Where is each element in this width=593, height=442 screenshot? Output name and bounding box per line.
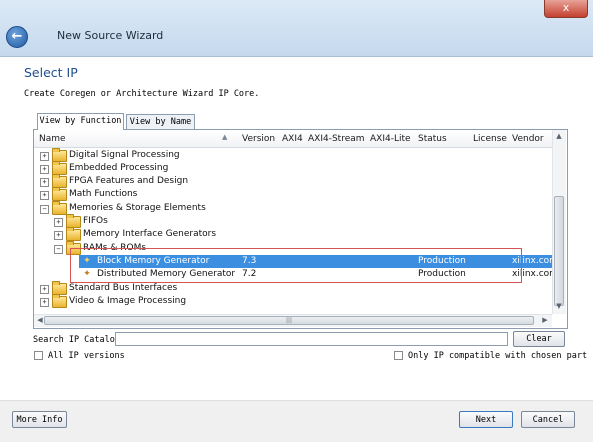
tree-item-label: Embedded Processing (69, 163, 169, 173)
tree-item-memories-storage[interactable]: − Memories & Storage Elements (34, 201, 552, 215)
column-header-vendor[interactable]: Vendor (512, 131, 544, 147)
column-header-axi4[interactable]: AXI4 (282, 131, 303, 147)
column-header-axi4-lite[interactable]: AXI4-Lite (370, 131, 411, 147)
close-button[interactable]: x (544, 0, 588, 18)
collapse-icon[interactable]: − (40, 205, 49, 214)
column-header-status[interactable]: Status (418, 131, 447, 147)
column-header-axi4-stream[interactable]: AXI4-Stream (308, 131, 365, 147)
sort-ascending-icon: ▲ (222, 133, 228, 141)
compatible-only-label: Only IP compatible with chosen part (408, 351, 588, 361)
annotation-highlight-box (70, 248, 522, 283)
expand-icon[interactable]: + (40, 178, 49, 187)
search-input[interactable] (115, 332, 508, 346)
tree-item-label: FIFOs (83, 216, 108, 226)
column-header-name[interactable]: Name (39, 131, 66, 147)
column-header-license[interactable]: License (473, 131, 507, 147)
tree-item-label: FPGA Features and Design (69, 176, 189, 186)
vertical-scroll-thumb[interactable] (554, 196, 564, 306)
horizontal-scroll-thumb[interactable]: ||| (44, 316, 534, 325)
page-heading: Select IP (24, 65, 78, 80)
compatible-only-checkbox[interactable] (394, 351, 403, 360)
tree-item-memory-interface-generators[interactable]: + Memory Interface Generators (34, 227, 552, 241)
folder-icon (52, 187, 67, 201)
scroll-down-icon[interactable]: ▼ (553, 302, 565, 310)
tree-item-label: Digital Signal Processing (69, 150, 180, 160)
column-header-version[interactable]: Version (242, 131, 275, 147)
folder-icon (52, 294, 67, 308)
collapse-icon[interactable]: − (54, 245, 63, 254)
expand-icon[interactable]: + (40, 298, 49, 307)
cancel-button[interactable]: Cancel (521, 411, 575, 428)
next-button[interactable]: Next (459, 411, 513, 428)
expand-icon[interactable]: + (40, 191, 49, 200)
expand-icon[interactable]: + (54, 218, 63, 227)
tree-item-label: Memory Interface Generators (83, 229, 217, 239)
all-ip-versions-label: All IP versions (48, 351, 125, 361)
window-title: New Source Wizard (57, 29, 164, 42)
tree-item-label: Memories & Storage Elements (69, 203, 206, 213)
vertical-scrollbar[interactable]: ▲ ▼ (552, 130, 566, 314)
tree-item-digital-signal-processing[interactable]: + Digital Signal Processing (34, 148, 552, 162)
back-arrow-icon[interactable]: ← (6, 26, 28, 48)
tab-view-by-name[interactable]: View by Name (126, 114, 195, 130)
title-bar: x ← New Source Wizard (0, 0, 593, 57)
page-instruction: Create Coregen or Architecture Wizard IP… (24, 89, 260, 99)
expand-icon[interactable]: + (40, 285, 49, 294)
tree-item-label: Standard Bus Interfaces (69, 283, 178, 293)
expand-icon[interactable]: + (54, 231, 63, 240)
clear-button[interactable]: Clear (513, 331, 565, 347)
more-info-button[interactable]: More Info (12, 411, 67, 428)
all-ip-versions-checkbox[interactable] (34, 351, 43, 360)
scroll-up-icon[interactable]: ▲ (553, 132, 565, 140)
folder-icon (52, 201, 67, 215)
tree-item-fifos[interactable]: + FIFOs (34, 214, 552, 228)
tree-item-video-image-processing[interactable]: + Video & Image Processing (34, 294, 552, 308)
expand-icon[interactable]: + (40, 165, 49, 174)
tree-item-standard-bus-interfaces[interactable]: + Standard Bus Interfaces (34, 281, 552, 295)
tree-item-math-functions[interactable]: + Math Functions (34, 187, 552, 201)
expand-icon[interactable]: + (40, 152, 49, 161)
scroll-right-icon[interactable]: ▶ (539, 316, 551, 324)
tree-item-label: Math Functions (69, 189, 138, 199)
folder-icon (66, 227, 81, 241)
horizontal-scrollbar[interactable]: ◀ ||| ▶ (34, 314, 552, 327)
search-label: Search IP Catalog: (33, 335, 126, 345)
tree-item-fpga-features[interactable]: + FPGA Features and Design (34, 174, 552, 188)
tab-view-by-function[interactable]: View by Function (37, 113, 124, 130)
tree-item-embedded-processing[interactable]: + Embedded Processing (34, 161, 552, 175)
tree-item-label: Video & Image Processing (69, 296, 187, 306)
